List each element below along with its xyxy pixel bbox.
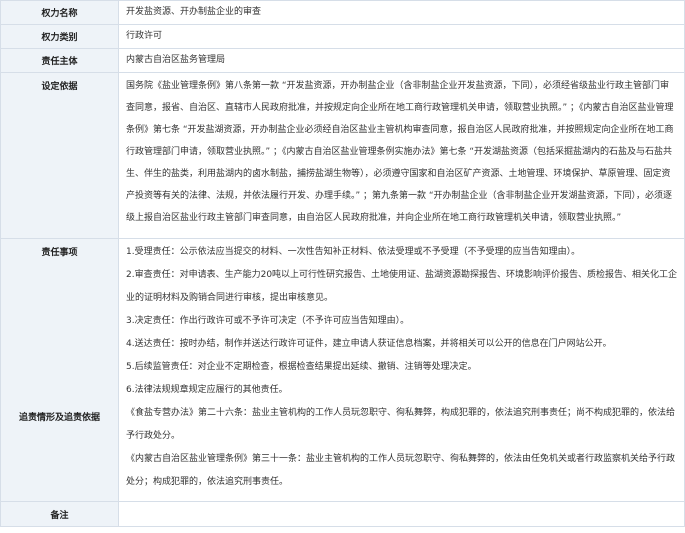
duty-item: 3.决定责任：作出行政许可或不予许可决定（不予许可应当告知理由）。 (126, 316, 410, 326)
duty-item: 2.审查责任：对申请表、生产能力20吨以上可行性研究报告、土地使用证、盐湖资源勘… (126, 270, 678, 303)
duties-label: 责任事项 (41, 248, 78, 258)
liability-item: 《食盐专营办法》第二十六条：盐业主管机构的工作人员玩忽职守、徇私舞弊，构成犯罪的… (126, 408, 676, 441)
duty-item: 5.后续监管责任：对企业不定期检查，根据检查结果提出延续、撤销、注销等处理决定。 (126, 362, 477, 372)
row-remarks: 备注 (0, 501, 685, 527)
duty-item: 4.送达责任：按时办结，制作并送达行政许可证件，建立申请人获证信息档案，并将相关… (126, 339, 612, 349)
row-power-name: 权力名称 开发盐资源、开办制盐企业的审查 (0, 0, 685, 25)
remarks-label: 备注 (0, 501, 119, 527)
power-name-label: 权力名称 (0, 0, 119, 25)
legal-basis-label: 设定依据 (0, 72, 119, 239)
power-name-value: 开发盐资源、开办制盐企业的审查 (118, 0, 685, 25)
row-responsible-subject: 责任主体 内蒙古自治区盐务管理局 (0, 48, 685, 73)
liability-label: 追责情形及追责依据 (18, 413, 100, 423)
row-legal-basis: 设定依据 国务院《盐业管理条例》第八条第一款 “开发盐资源，开办制盐企业（含非制… (0, 72, 685, 239)
liability-item: 《内蒙古自治区盐业管理条例》第三十一条：盐业主管机构的工作人员玩忽职守、徇私舞弊… (126, 454, 676, 487)
legal-basis-value: 国务院《盐业管理条例》第八条第一款 “开发盐资源，开办制盐企业（含非制盐企业开发… (118, 72, 685, 239)
responsible-subject-label: 责任主体 (0, 48, 119, 73)
row-duties-liability: 责任事项 追责情形及追责依据 1.受理责任：公示依法应当提交的材料、一次性告知补… (0, 238, 685, 502)
duty-item: 6.法律法规规章规定应履行的其他责任。 (126, 385, 288, 395)
power-category-value: 行政许可 (118, 24, 685, 49)
row-power-category: 权力类别 行政许可 (0, 24, 685, 49)
responsible-subject-value: 内蒙古自治区盐务管理局 (118, 48, 685, 73)
duties-label-cell: 责任事项 追责情形及追责依据 (0, 238, 119, 502)
remarks-value (118, 501, 685, 527)
power-detail-table: 权力名称 开发盐资源、开办制盐企业的审查 权力类别 行政许可 责任主体 内蒙古自… (0, 0, 685, 527)
duties-liability-content: 1.受理责任：公示依法应当提交的材料、一次性告知补正材料、依法受理或不予受理（不… (118, 238, 685, 502)
power-category-label: 权力类别 (0, 24, 119, 49)
duty-item: 1.受理责任：公示依法应当提交的材料、一次性告知补正材料、依法受理或不予受理（不… (126, 247, 581, 257)
